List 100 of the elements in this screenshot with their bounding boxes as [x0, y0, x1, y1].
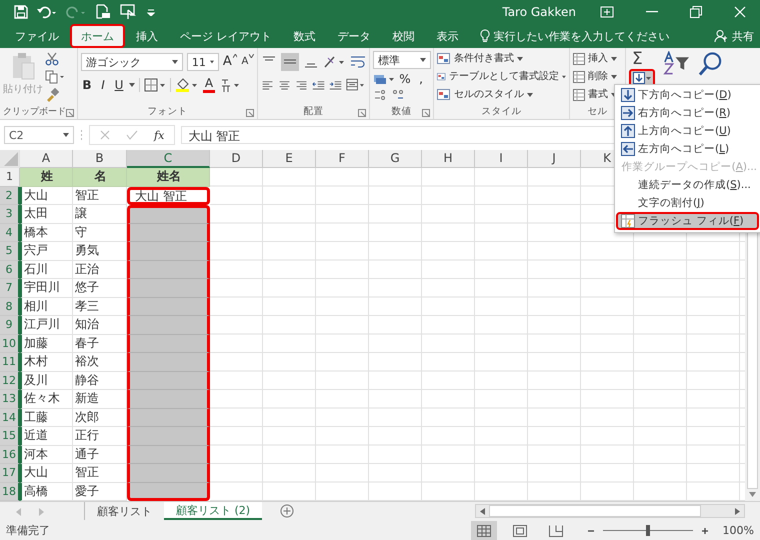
- column-header[interactable]: J: [528, 150, 581, 168]
- column-header[interactable]: G: [369, 150, 422, 168]
- decrease-decimal-icon[interactable]: [391, 89, 405, 101]
- menu-item[interactable]: 右方向へコピー(R): [616, 104, 759, 122]
- menu-item[interactable]: 連続データの作成(S)...: [616, 176, 759, 194]
- save-icon[interactable]: [14, 5, 28, 19]
- bold-button[interactable]: B: [81, 77, 93, 93]
- align-middle-icon[interactable]: [281, 53, 299, 71]
- ribbon-tab[interactable]: 数式: [282, 24, 326, 48]
- horizontal-scrollbar[interactable]: [475, 504, 745, 518]
- percent-button[interactable]: %: [399, 71, 411, 87]
- row-header[interactable]: 4: [0, 224, 20, 242]
- row-header[interactable]: 15: [0, 427, 20, 446]
- close-icon[interactable]: [734, 6, 746, 18]
- name-box[interactable]: C2: [4, 126, 74, 144]
- sheet-tab[interactable]: 顧客リスト (2): [164, 502, 262, 520]
- ribbon-tab[interactable]: 挿入: [125, 24, 169, 48]
- font-name-dropdown[interactable]: 游ゴシック: [81, 53, 183, 71]
- scroll-thumb[interactable]: [489, 505, 701, 517]
- scroll-down-icon[interactable]: [749, 492, 756, 497]
- dialog-launcher-icon[interactable]: [66, 109, 74, 117]
- column-header[interactable]: F: [316, 150, 369, 168]
- sheet-tab[interactable]: 顧客リスト: [85, 502, 164, 520]
- row-header[interactable]: 2: [0, 186, 20, 205]
- number-format-dropdown[interactable]: 標準: [373, 51, 431, 69]
- style-command-button[interactable]: 条件付き書式: [437, 51, 566, 67]
- row-header[interactable]: 17: [0, 464, 20, 482]
- minimize-icon[interactable]: [646, 11, 658, 13]
- column-header[interactable]: D: [210, 150, 263, 168]
- wrap-text-icon[interactable]: [350, 54, 366, 70]
- add-sheet-icon[interactable]: [280, 504, 294, 518]
- row-header[interactable]: 10: [0, 334, 20, 353]
- font-size-dropdown[interactable]: 11: [186, 53, 219, 71]
- ribbon-tab[interactable]: ページ レイアウト: [169, 24, 282, 48]
- column-header[interactable]: C: [127, 150, 210, 168]
- cells-command-button[interactable]: 挿入: [573, 51, 622, 67]
- zoom-slider-thumb[interactable]: [646, 525, 650, 536]
- ribbon-tab[interactable]: 表示: [426, 24, 470, 48]
- undo-icon[interactable]: [37, 5, 57, 19]
- ribbon-tab[interactable]: ホーム: [70, 24, 125, 48]
- restore-icon[interactable]: [690, 6, 702, 18]
- row-header[interactable]: 13: [0, 390, 20, 408]
- zoom-percentage[interactable]: 100%: [722, 524, 754, 537]
- merge-cells-icon[interactable]: [346, 77, 366, 93]
- row-header[interactable]: 9: [0, 316, 20, 334]
- dialog-launcher-icon[interactable]: [358, 109, 366, 117]
- view-button[interactable]: [470, 521, 497, 540]
- customize-caret-icon[interactable]: [147, 8, 155, 16]
- currency-icon[interactable]: [373, 73, 395, 85]
- row-header[interactable]: 3: [0, 205, 20, 224]
- enter-check-icon[interactable]: [126, 130, 138, 140]
- row-header[interactable]: 18: [0, 482, 20, 501]
- underline-button[interactable]: U: [113, 77, 125, 93]
- caret-icon[interactable]: [129, 83, 135, 87]
- copy-icon[interactable]: [45, 70, 65, 84]
- ribbon-display-icon[interactable]: [600, 6, 614, 18]
- fill-color-icon[interactable]: [175, 78, 199, 92]
- increase-decimal-icon[interactable]: [373, 89, 387, 101]
- menu-item[interactable]: フラッシュ フィル(F): [616, 212, 759, 230]
- zoom-in-icon[interactable]: [700, 526, 709, 534]
- row-header[interactable]: 5: [0, 242, 20, 260]
- row-header[interactable]: 8: [0, 298, 20, 316]
- row-header[interactable]: 14: [0, 408, 20, 427]
- row-header[interactable]: 6: [0, 260, 20, 279]
- italic-button[interactable]: I: [97, 77, 109, 93]
- text-orientation-icon[interactable]: [323, 54, 345, 70]
- phonetic-guide-icon[interactable]: [219, 78, 241, 92]
- scissors-icon[interactable]: [45, 52, 59, 66]
- scroll-left-icon[interactable]: [480, 508, 485, 514]
- font-color-button[interactable]: A: [203, 77, 215, 93]
- column-header[interactable]: E: [263, 150, 316, 168]
- column-header[interactable]: I: [475, 150, 528, 168]
- ribbon-tab[interactable]: 校閲: [382, 24, 426, 48]
- comma-button[interactable]: ,: [415, 71, 427, 87]
- decrease-font-size-button[interactable]: A: [241, 54, 254, 70]
- scroll-right-icon[interactable]: [735, 508, 740, 514]
- format-painter-icon[interactable]: [45, 88, 59, 102]
- touch-mode-icon[interactable]: [120, 4, 138, 20]
- row-header[interactable]: 11: [0, 353, 20, 372]
- borders-icon[interactable]: [144, 78, 166, 92]
- dialog-launcher-icon[interactable]: [246, 109, 254, 117]
- share-button[interactable]: 共有: [714, 24, 760, 48]
- increase-font-size-button[interactable]: A: [222, 54, 238, 70]
- cells-command-button[interactable]: 削除: [573, 69, 622, 85]
- insert-function-button[interactable]: fx: [154, 128, 164, 142]
- search-icon[interactable]: [698, 51, 723, 77]
- menu-item[interactable]: 文字の割付(J): [616, 194, 759, 212]
- print-preview-icon[interactable]: [95, 4, 111, 20]
- row-header[interactable]: 1: [0, 168, 20, 186]
- dialog-launcher-icon[interactable]: [422, 109, 430, 117]
- column-header[interactable]: H: [422, 150, 475, 168]
- row-header[interactable]: 12: [0, 372, 20, 390]
- row-header[interactable]: 7: [0, 279, 20, 298]
- ribbon-tab[interactable]: ファイル: [4, 24, 70, 48]
- autosum-button[interactable]: Σ: [629, 51, 655, 68]
- style-command-button[interactable]: セルのスタイル: [437, 87, 566, 103]
- style-command-button[interactable]: テーブルとして書式設定: [437, 69, 566, 85]
- row-header[interactable]: 16: [0, 446, 20, 464]
- column-header[interactable]: B: [73, 150, 127, 168]
- menu-item[interactable]: 下方向へコピー(D): [616, 86, 759, 104]
